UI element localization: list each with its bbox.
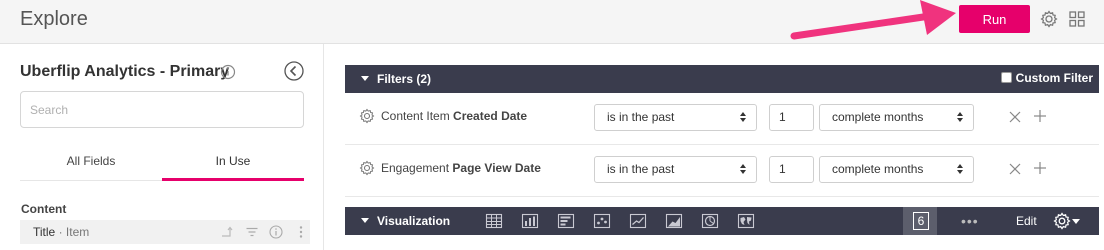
field-label: Title · Item: [33, 225, 90, 239]
single-value-icon[interactable]: 6: [913, 212, 929, 230]
gear-icon[interactable]: [1053, 212, 1071, 230]
gear-icon[interactable]: [1040, 10, 1058, 28]
gear-icon[interactable]: [359, 160, 375, 176]
map-icon[interactable]: [737, 212, 755, 230]
filter-icon[interactable]: [245, 225, 259, 239]
filter-operator-select[interactable]: is in the past: [594, 156, 757, 183]
visualization-section-header[interactable]: Visualization 6 ••• Edit: [345, 207, 1099, 235]
custom-filter-checkbox[interactable]: [1000, 72, 1012, 83]
column-chart-icon[interactable]: [521, 212, 539, 230]
area-chart-icon[interactable]: [665, 212, 683, 230]
select-arrows-icon: [957, 164, 963, 174]
tab-all-fields[interactable]: All Fields: [20, 147, 162, 181]
filters-section-header[interactable]: Filters (2) Custom Filter: [345, 65, 1099, 93]
select-arrows-icon: [957, 112, 963, 122]
edit-visualization-button[interactable]: Edit: [1016, 214, 1037, 228]
filter-field-name: Engagement Page View Date: [381, 161, 541, 175]
filter-unit-select[interactable]: complete months: [819, 104, 974, 131]
filter-row: Content Item Created Date is in the past…: [345, 95, 1099, 145]
field-search-input[interactable]: [20, 91, 304, 128]
more-visualizations-icon[interactable]: •••: [961, 213, 979, 229]
filter-unit-select[interactable]: complete months: [819, 156, 974, 183]
pie-chart-icon[interactable]: [701, 212, 719, 230]
info-icon[interactable]: [220, 64, 236, 80]
page-title: Explore: [20, 8, 88, 30]
tab-in-use[interactable]: In Use: [162, 147, 304, 181]
visualization-title: Visualization: [377, 214, 451, 228]
filter-value-input[interactable]: 1: [769, 156, 814, 183]
custom-filter-label: Custom Filter: [1015, 71, 1093, 85]
filter-operator-select[interactable]: is in the past: [594, 104, 757, 131]
caret-down-icon: [361, 76, 369, 81]
field-info-icon[interactable]: [269, 225, 283, 239]
select-arrows-icon: [740, 164, 746, 174]
remove-filter-icon[interactable]: [1009, 163, 1021, 175]
caret-down-icon[interactable]: [1072, 219, 1080, 224]
collapse-sidebar-icon[interactable]: [284, 61, 304, 81]
annotation-arrow-icon: [790, 0, 956, 40]
filter-row: Engagement Page View Date is in the past…: [345, 147, 1099, 197]
line-chart-icon[interactable]: [629, 212, 647, 230]
top-bar: Explore Run: [0, 0, 1104, 44]
filters-title: Filters (2): [377, 72, 432, 86]
run-button[interactable]: Run: [959, 5, 1030, 33]
select-arrows-icon: [740, 112, 746, 122]
filter-value-input[interactable]: 1: [769, 104, 814, 131]
table-icon[interactable]: [485, 212, 503, 230]
grid-icon[interactable]: [1068, 10, 1086, 28]
explore-name: Uberflip Analytics - Primary: [20, 63, 230, 80]
explore-main-panel: Filters (2) Custom Filter Content Item C…: [325, 44, 1104, 250]
caret-down-icon: [361, 218, 369, 223]
field-picker-sidebar: Uberflip Analytics - Primary All Fields …: [0, 44, 324, 250]
field-row[interactable]: Title · Item: [20, 220, 310, 244]
pivot-icon[interactable]: [220, 225, 234, 239]
view-section-label: Content: [21, 202, 67, 216]
gear-icon[interactable]: [359, 108, 375, 124]
more-vertical-icon[interactable]: [294, 225, 308, 239]
add-filter-icon[interactable]: [1033, 161, 1047, 175]
custom-filter-toggle[interactable]: Custom Filter: [1000, 71, 1093, 85]
bar-chart-icon[interactable]: [557, 212, 575, 230]
scatter-icon[interactable]: [593, 212, 611, 230]
filter-field-name: Content Item Created Date: [381, 109, 528, 123]
remove-filter-icon[interactable]: [1009, 111, 1021, 123]
add-filter-icon[interactable]: [1033, 109, 1047, 123]
